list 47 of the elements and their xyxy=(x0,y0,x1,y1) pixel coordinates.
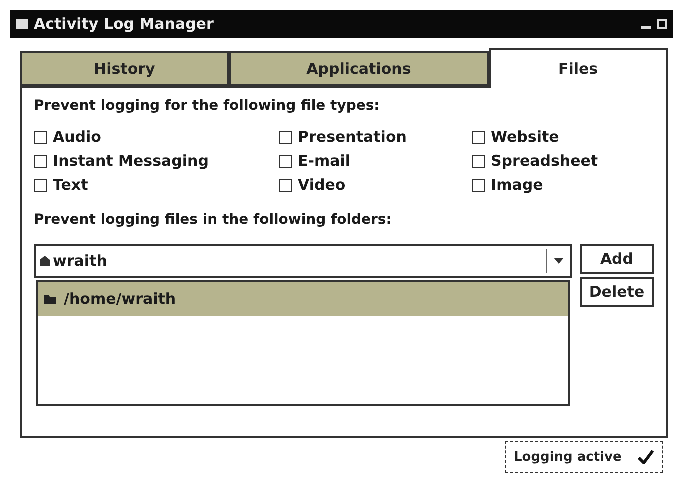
checkbox-label: Video xyxy=(298,176,346,194)
checkbox-label: Spreadsheet xyxy=(491,152,598,170)
checkbox-label: Presentation xyxy=(298,128,407,146)
file-type-checkbox[interactable]: Spreadsheet xyxy=(472,152,654,170)
home-icon xyxy=(40,256,50,266)
file-type-checkbox[interactable]: Instant Messaging xyxy=(34,152,279,170)
checkbox-label: Text xyxy=(53,176,88,194)
tab[interactable]: History xyxy=(20,51,230,86)
checkbox-label: Website xyxy=(491,128,560,146)
checkbox-label: Instant Messaging xyxy=(53,152,209,170)
toggle-label: Logging active xyxy=(514,450,622,464)
folder-row[interactable]: /home/wraith xyxy=(38,282,568,316)
window-icon xyxy=(16,19,28,29)
checkbox[interactable] xyxy=(34,178,47,192)
file-type-checkbox[interactable]: Audio xyxy=(34,128,279,146)
maximize-icon[interactable] xyxy=(657,19,667,29)
file-type-checkbox[interactable]: Website xyxy=(472,128,654,146)
folder-combo-box[interactable]: wraith xyxy=(34,244,572,278)
tab[interactable]: Applications xyxy=(229,51,489,86)
file-type-checkbox[interactable]: Video xyxy=(279,176,472,194)
tab[interactable]: Files xyxy=(488,48,668,88)
folder-path: /home/wraith xyxy=(64,290,176,308)
checkbox[interactable] xyxy=(472,130,485,144)
folder-icon xyxy=(44,294,56,304)
checkbox[interactable] xyxy=(279,178,292,192)
checkbox-label: Audio xyxy=(53,128,102,146)
file-type-checkbox[interactable]: E-mail xyxy=(279,152,472,170)
section-heading: Prevent logging files in the following folders: xyxy=(34,212,393,228)
combo-value: wraith xyxy=(53,252,108,270)
checkbox[interactable] xyxy=(34,154,47,168)
checkbox[interactable] xyxy=(34,130,47,144)
check-icon xyxy=(638,450,654,464)
file-type-checkbox[interactable]: Presentation xyxy=(279,128,472,146)
checkbox-label: Image xyxy=(491,176,544,194)
checkbox[interactable] xyxy=(472,154,485,168)
file-type-checkbox[interactable]: Image xyxy=(472,176,654,194)
logging-toggle[interactable]: Logging active xyxy=(505,441,663,473)
checkbox-label: E-mail xyxy=(298,152,351,170)
window-title: Activity Log Manager xyxy=(34,15,215,33)
delete-button[interactable]: Delete xyxy=(580,277,654,307)
caret-icon xyxy=(554,258,564,264)
add-button[interactable]: Add xyxy=(580,244,654,274)
checkbox[interactable] xyxy=(279,154,292,168)
checkbox[interactable] xyxy=(472,178,485,192)
file-type-checkbox[interactable]: Text xyxy=(34,176,279,194)
checkbox[interactable] xyxy=(279,130,292,144)
section-heading: Prevent logging for the following file types: xyxy=(34,98,381,114)
